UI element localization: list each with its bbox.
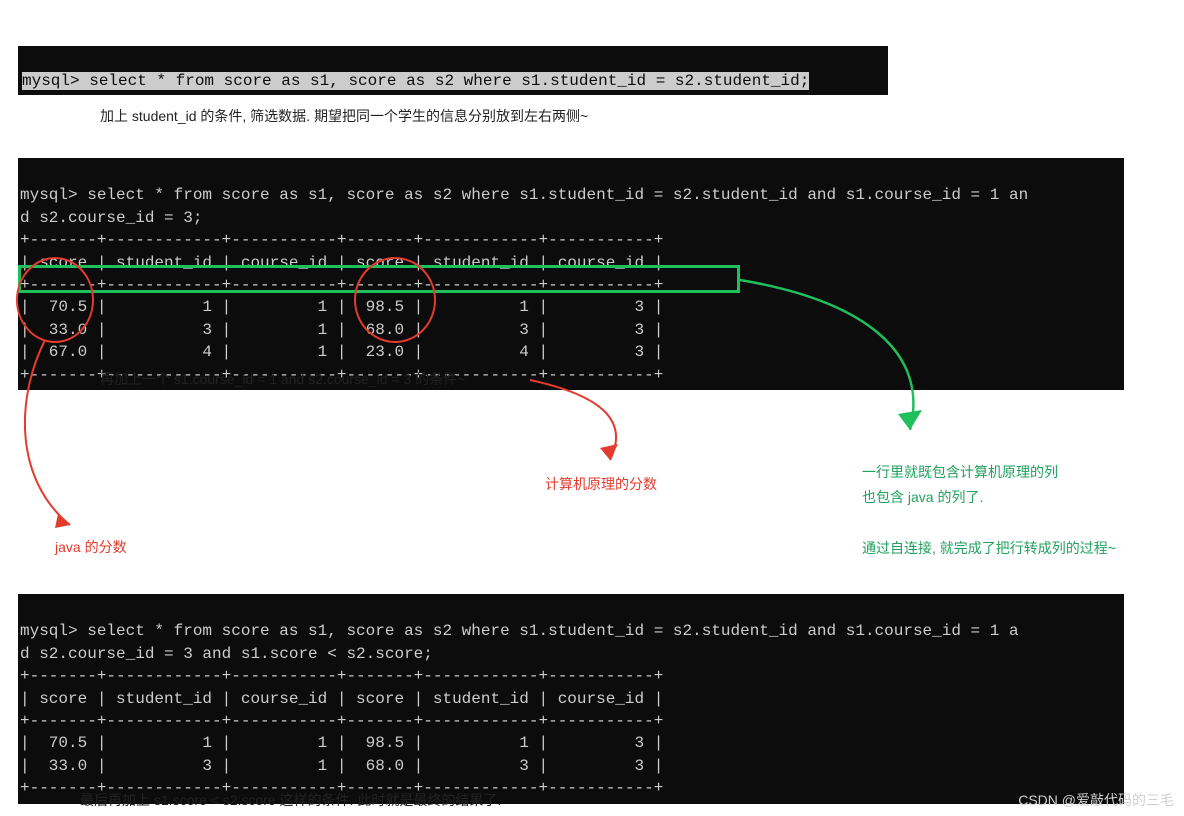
red-arrow-right-head — [600, 444, 618, 460]
b2-row3: | 67.0 | 4 | 1 | 23.0 | 4 | 3 | — [20, 343, 663, 361]
b3-header: | score | student_id | course_id | score… — [20, 690, 663, 708]
note-cs-score: 计算机原理的分数 — [545, 474, 657, 494]
note-java-score: java 的分数 — [55, 537, 127, 557]
green-line-3: 通过自连接, 就完成了把行转成列的过程~ — [862, 540, 1116, 556]
caption-2: 再加上一个 s1.course_id = 1 and s2.course_id … — [100, 369, 465, 389]
watermark: CSDN @爱敲代码的三毛 — [1018, 790, 1174, 810]
b3-query-l2: d s2.course_id = 3 and s1.score < s2.sco… — [20, 645, 433, 663]
sql-line-1: mysql> select * from score as s1, score … — [22, 72, 809, 90]
b3-sep-mid: +-------+------------+-----------+------… — [20, 712, 663, 730]
green-line-1: 一行里就既包含计算机原理的列 — [862, 464, 1058, 480]
b3-query-l1: mysql> select * from score as s1, score … — [20, 622, 1019, 640]
caption-3: 最后再加上 s1.score < s2.score 这样的条件. 此时就是最终的… — [80, 790, 501, 810]
terminal-block-3: mysql> select * from score as s1, score … — [18, 594, 1124, 804]
b2-row2: | 33.0 | 3 | 1 | 68.0 | 3 | 3 | — [20, 321, 663, 339]
terminal-block-1: mysql> select * from score as s1, score … — [18, 46, 888, 95]
b2-query-l1: mysql> select * from score as s1, score … — [20, 186, 1028, 204]
green-highlight-box — [18, 265, 740, 293]
note-green: 一行里就既包含计算机原理的列 也包含 java 的列了. 通过自连接, 就完成了… — [862, 460, 1116, 561]
b3-row1: | 70.5 | 1 | 1 | 98.5 | 1 | 3 | — [20, 734, 663, 752]
b3-row2: | 33.0 | 3 | 1 | 68.0 | 3 | 3 | — [20, 757, 663, 775]
caption-1: 加上 student_id 的条件, 筛选数据. 期望把同一个学生的信息分别放到… — [100, 106, 588, 126]
b2-sep-top: +-------+------------+-----------+------… — [20, 231, 663, 249]
red-arrow-right — [530, 380, 616, 460]
green-arrow-head — [898, 410, 922, 430]
b2-row1: | 70.5 | 1 | 1 | 98.5 | 1 | 3 | — [20, 298, 663, 316]
b2-query-l2: d s2.course_id = 3; — [20, 209, 202, 227]
red-arrow-left-head — [55, 514, 70, 528]
b3-sep-top: +-------+------------+-----------+------… — [20, 667, 663, 685]
green-line-2: 也包含 java 的列了. — [862, 489, 983, 505]
